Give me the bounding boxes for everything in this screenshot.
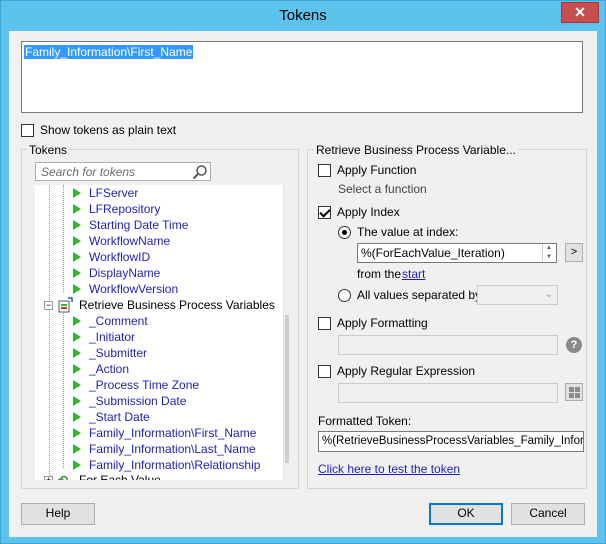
token-arrow-icon <box>73 316 81 326</box>
chevron-down-icon: ⌄ <box>544 289 553 300</box>
tree-item-label: For Each Value <box>79 473 161 480</box>
dialog-title: Tokens <box>279 7 327 24</box>
apply-regex-label[interactable]: Apply Regular Expression <box>337 364 475 378</box>
tree-item-label: Starting Date Time <box>89 218 189 232</box>
close-button[interactable]: ✕ <box>561 2 599 23</box>
apply-regex-checkbox[interactable] <box>318 365 331 378</box>
regex-input[interactable] <box>338 383 558 403</box>
tree-item-label: DisplayName <box>89 266 161 280</box>
formatting-input[interactable] <box>338 335 558 355</box>
token-arrow-icon <box>73 412 81 422</box>
tree-guide-line <box>63 185 64 293</box>
token-arrow-icon <box>73 380 81 390</box>
token-arrow-icon <box>73 252 81 262</box>
tree-item-label: Family_Information\Relationship <box>89 458 261 472</box>
help-button[interactable]: Help <box>21 503 95 525</box>
tree-item-label: LFServer <box>89 186 139 200</box>
token-editor-value[interactable]: Family_Information\First_Name <box>24 45 194 59</box>
token-arrow-icon <box>73 364 81 374</box>
tree-node-for-each-value[interactable]: + ↶ For Each Value <box>44 472 284 480</box>
token-arrow-icon <box>73 204 81 214</box>
tree-item-label: Retrieve Business Process Variables <box>79 298 275 312</box>
search-icon[interactable] <box>192 164 208 180</box>
from-the-start-link[interactable]: start <box>402 267 425 281</box>
tree-item-label: _Submission Date <box>89 394 187 408</box>
loop-icon: ↶ <box>58 473 69 480</box>
token-editor[interactable]: Family_Information\First_Name <box>21 41 583 113</box>
tree-guide-line <box>63 313 64 468</box>
token-arrow-icon <box>73 220 81 230</box>
collapse-icon[interactable]: − <box>44 301 53 310</box>
title-bar: Tokens ✕ <box>1 1 605 31</box>
token-arrow-icon <box>73 460 81 470</box>
tree-item-label: LFRepository <box>89 202 161 216</box>
tree-item-label: Family_Information\First_Name <box>89 426 257 440</box>
scroll-down-icon[interactable]: ▼ <box>284 463 289 480</box>
tree-item-label: _Action <box>89 362 130 376</box>
apply-function-label[interactable]: Apply Function <box>337 163 416 177</box>
token-arrow-icon <box>73 268 81 278</box>
token-arrow-icon <box>73 188 81 198</box>
token-arrow-icon <box>73 332 81 342</box>
tree-item-label: Family_Information\Last_Name <box>89 442 256 456</box>
tree-item-label: _Submitter <box>89 346 148 360</box>
all-values-label[interactable]: All values separated by: <box>357 288 484 302</box>
bpv-options-group-label: Retrieve Business Process Variable... <box>314 143 518 157</box>
token-search-input[interactable]: Search for tokens <box>35 162 211 181</box>
tree-node-retrieve-bpv[interactable]: − Retrieve Business Process Variables <box>44 297 284 313</box>
token-search-placeholder: Search for tokens <box>41 165 136 179</box>
token-arrow-icon <box>73 428 81 438</box>
all-values-radio[interactable] <box>338 289 351 302</box>
apply-function-checkbox[interactable] <box>318 164 331 177</box>
ok-button[interactable]: OK <box>429 503 503 525</box>
formatted-token-field[interactable]: %(RetrieveBusinessProcessVariables_Famil… <box>318 431 584 452</box>
from-the-label: from the <box>357 267 402 281</box>
token-arrow-icon <box>73 236 81 246</box>
show-plain-text-label[interactable]: Show tokens as plain text <box>40 123 176 137</box>
dialog-body: Family_Information\First_Name Show token… <box>9 31 597 537</box>
tokens-dialog: Tokens ✕ Family_Information\First_Name S… <box>0 0 606 544</box>
tokens-group-label: Tokens <box>27 143 70 157</box>
apply-index-label[interactable]: Apply Index <box>337 205 400 219</box>
scroll-up-icon[interactable]: ▲ <box>284 185 289 202</box>
index-value-input[interactable]: %(ForEachValue_Iteration) <box>357 243 557 263</box>
tree-scrollbar[interactable]: ▲ ≡ ▼ <box>283 185 289 480</box>
token-arrow-icon <box>73 444 81 454</box>
index-spinner[interactable]: ▲ ▼ <box>542 244 555 262</box>
tree-item-label: WorkflowName <box>89 234 171 248</box>
tree-item-label: WorkflowVersion <box>89 282 179 296</box>
spin-up-icon[interactable]: ▲ <box>543 244 555 253</box>
help-icon[interactable]: ? <box>566 337 582 353</box>
apply-formatting-label[interactable]: Apply Formatting <box>337 316 428 330</box>
spin-down-icon[interactable]: ▼ <box>543 253 555 262</box>
bp-variables-icon <box>58 297 73 313</box>
cancel-button[interactable]: Cancel <box>511 503 585 525</box>
value-at-index-radio[interactable] <box>338 226 351 239</box>
select-function-hint: Select a function <box>338 182 427 196</box>
apply-index-checkbox[interactable] <box>318 206 331 219</box>
token-arrow-icon <box>73 348 81 358</box>
test-token-link[interactable]: Click here to test the token <box>318 462 460 476</box>
token-tree[interactable]: LFServer LFRepository Starting Date Time… <box>35 185 289 480</box>
tree-item-label: _Start Date <box>89 410 150 424</box>
tree-item-label: WorkflowID <box>89 250 151 264</box>
show-plain-text-checkbox[interactable] <box>21 124 34 137</box>
scroll-thumb[interactable]: ≡ <box>285 315 289 463</box>
regex-builder-icon[interactable] <box>565 383 583 401</box>
apply-formatting-checkbox[interactable] <box>318 317 331 330</box>
tree-item-label: _Initiator <box>89 330 136 344</box>
formatted-token-label: Formatted Token: <box>318 414 412 428</box>
separator-select[interactable]: ⌄ <box>477 285 558 305</box>
token-arrow-icon <box>73 396 81 406</box>
index-browse-button[interactable]: > <box>565 243 583 262</box>
expand-icon[interactable]: + <box>44 476 53 480</box>
value-at-index-label[interactable]: The value at index: <box>357 225 458 239</box>
token-arrow-icon <box>73 284 81 294</box>
tree-item-label: _Comment <box>89 314 148 328</box>
tree-item-label: _Process Time Zone <box>89 378 200 392</box>
tree-guide-line <box>49 185 50 480</box>
